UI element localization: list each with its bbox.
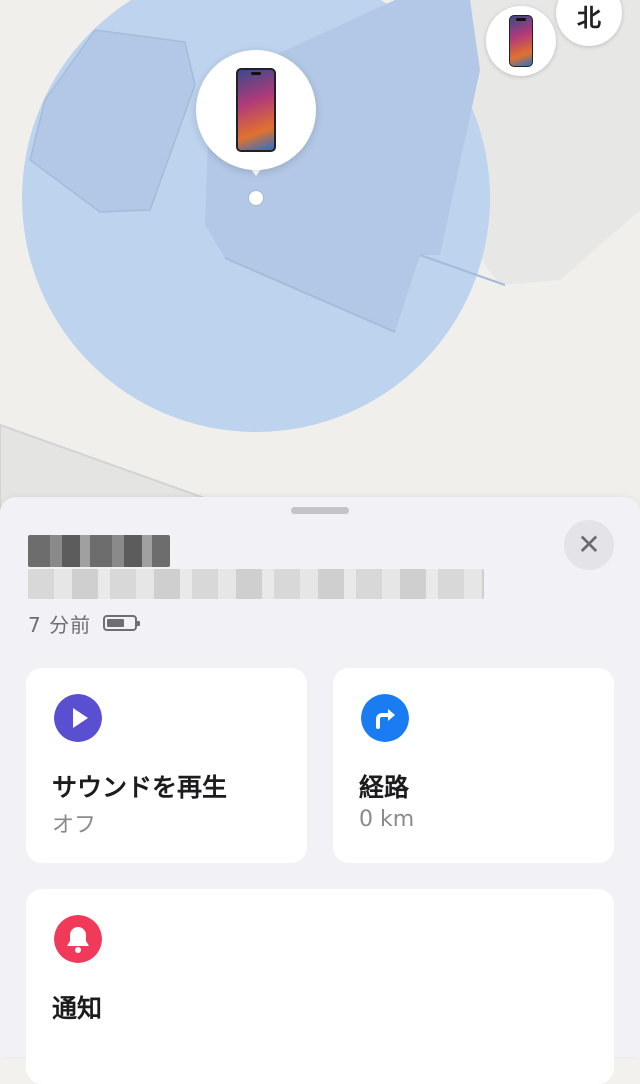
play-sound-card[interactable]: サウンドを再生 オフ xyxy=(26,668,307,863)
device-mini-marker[interactable] xyxy=(486,6,556,76)
close-button[interactable]: ✕ xyxy=(564,520,614,570)
close-icon: ✕ xyxy=(577,528,601,561)
map-canvas xyxy=(0,0,640,540)
battery-icon xyxy=(103,615,141,631)
sheet-grabber[interactable] xyxy=(291,507,349,514)
device-address-redacted xyxy=(28,569,484,599)
directions-arrow-icon xyxy=(361,694,409,742)
device-status-row: 7 分前 xyxy=(28,610,141,637)
bell-icon xyxy=(54,915,102,963)
device-location-marker[interactable] xyxy=(196,50,316,170)
notify-card[interactable]: 通知 xyxy=(26,889,614,1084)
battery-level-fill xyxy=(107,619,125,627)
last-seen-label: 7 分前 xyxy=(28,612,92,637)
play-icon xyxy=(54,694,102,742)
device-location-dot xyxy=(249,191,263,205)
directions-card[interactable]: 経路 0 km xyxy=(333,668,614,863)
device-name-redacted xyxy=(28,535,170,567)
notify-title: 通知 xyxy=(52,994,103,1023)
compass-north-label: 北 xyxy=(577,4,601,32)
iphone-icon xyxy=(509,15,533,67)
device-detail-sheet: ✕ 7 分前 サウンドを再生 オフ 経路 0 km 通知 xyxy=(0,497,640,1084)
iphone-icon xyxy=(236,68,276,152)
map-view[interactable]: 北 xyxy=(0,0,640,540)
directions-distance: 0 km xyxy=(359,807,415,832)
play-sound-title: サウンドを再生 xyxy=(52,773,228,802)
directions-title: 経路 xyxy=(359,773,410,802)
play-sound-status: オフ xyxy=(52,813,97,838)
